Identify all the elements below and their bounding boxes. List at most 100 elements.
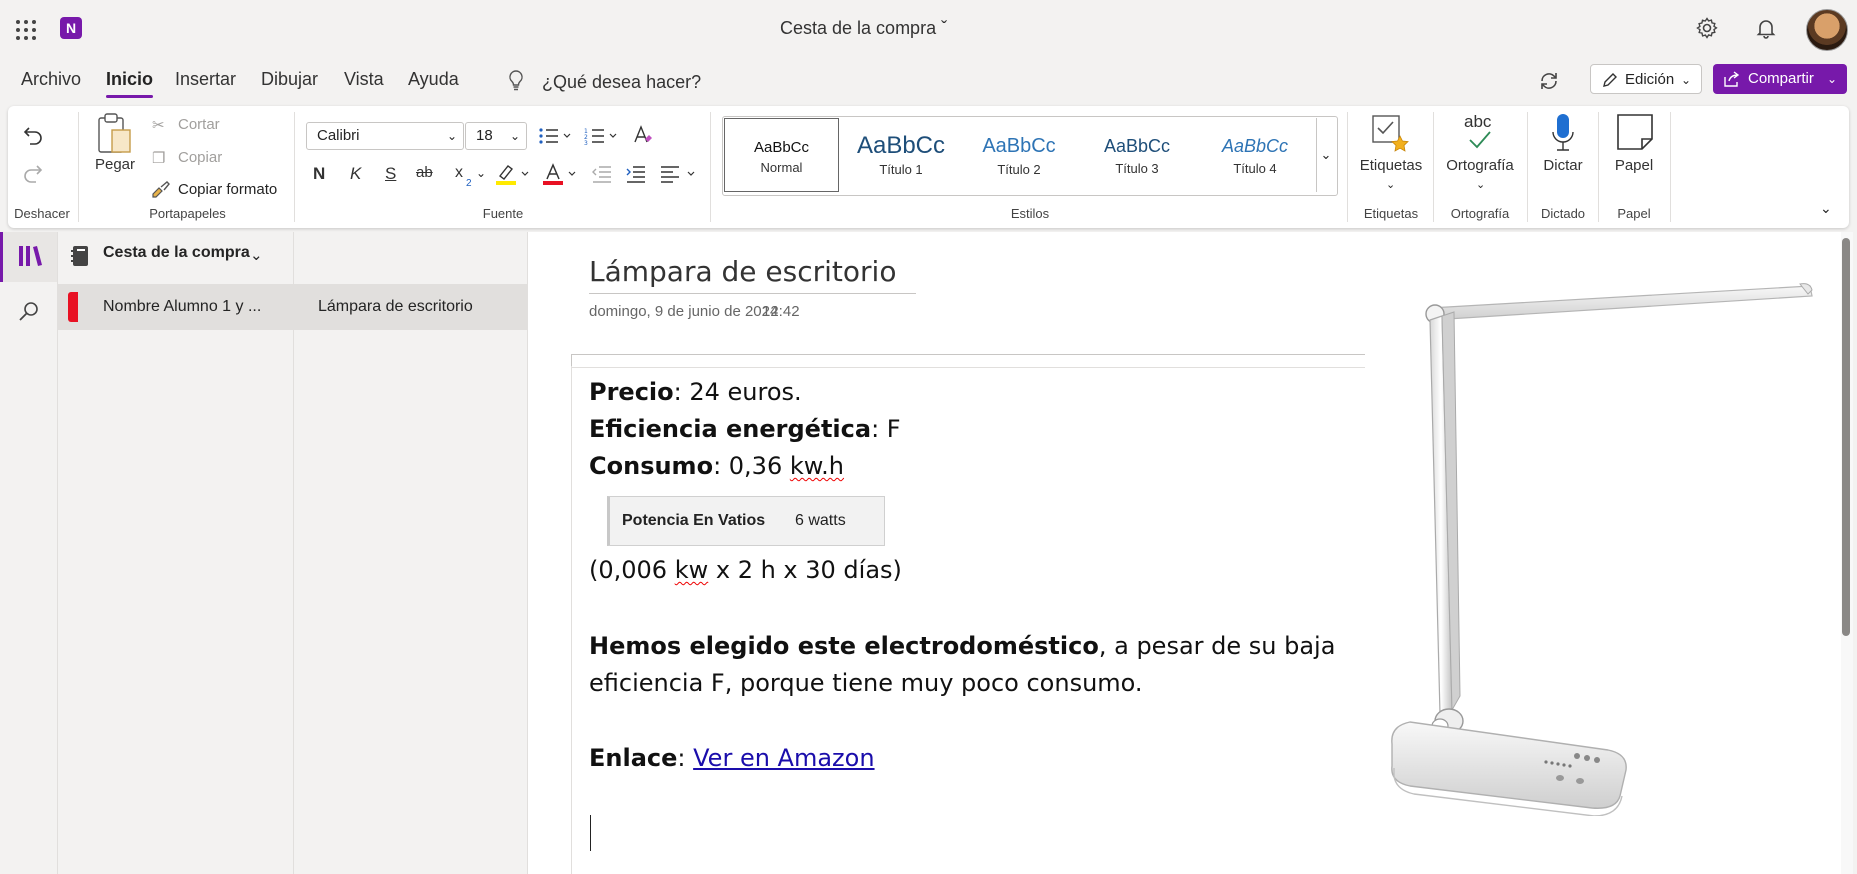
- style-sample: AaBbCc: [982, 135, 1056, 157]
- spelling-abc-icon[interactable]: abc: [1464, 112, 1491, 132]
- share-button[interactable]: Compartir ⌄: [1713, 64, 1847, 94]
- power-spec-value: 6 watts: [795, 512, 846, 529]
- microphone-icon[interactable]: [1549, 112, 1577, 159]
- calculation-line[interactable]: (0,006 kw x 2 h x 30 días): [589, 556, 902, 584]
- notebook-icon: [70, 245, 90, 272]
- amazon-link[interactable]: Ver en Amazon: [693, 744, 874, 772]
- share-icon: [1724, 71, 1740, 87]
- tab-ayuda[interactable]: Ayuda: [408, 69, 459, 90]
- italic-button[interactable]: K: [350, 164, 361, 184]
- reason-line-1[interactable]: Hemos elegido este electrodoméstico, a p…: [589, 632, 1335, 660]
- note-container-border: [571, 366, 572, 874]
- sync-icon[interactable]: [1538, 70, 1560, 92]
- paper-icon[interactable]: [1615, 112, 1655, 157]
- collapse-ribbon-chevron-icon[interactable]: ⌄: [1820, 200, 1832, 217]
- tab-vista[interactable]: Vista: [344, 69, 384, 90]
- user-avatar[interactable]: [1806, 9, 1848, 51]
- font-color-icon[interactable]: [543, 162, 579, 191]
- calc-kw: kw: [674, 556, 709, 584]
- undo-icon[interactable]: [22, 124, 44, 151]
- style-heading-3[interactable]: AaBbCc Título 3: [1078, 116, 1196, 194]
- subscript-two-icon: 2: [466, 178, 472, 189]
- cut-button[interactable]: Cortar: [178, 116, 220, 133]
- document-title[interactable]: Cesta de la compra ˇ: [780, 18, 947, 39]
- ribbon-separator: [294, 112, 295, 222]
- section-name: Nombre Alumno 1 y ...: [103, 298, 262, 315]
- ribbon-separator: [710, 112, 711, 222]
- lightbulb-icon: [508, 70, 524, 92]
- svg-text:3: 3: [584, 140, 588, 146]
- onenote-icon: N: [60, 17, 85, 39]
- ribbon-separator: [1598, 112, 1599, 222]
- tell-me-search[interactable]: ¿Qué desea hacer?: [542, 72, 701, 93]
- style-name: Título 2: [997, 162, 1041, 177]
- efficiency-line[interactable]: Eficiencia energética: F: [589, 415, 901, 443]
- notebook-name[interactable]: Cesta de la compra: [103, 244, 250, 262]
- tab-archivo[interactable]: Archivo: [21, 69, 81, 90]
- font-size-select[interactable]: 18 ⌄: [465, 122, 527, 150]
- tab-insertar[interactable]: Insertar: [175, 69, 236, 90]
- page-name: Lámpara de escritorio: [318, 298, 473, 315]
- styles-more-chevron-icon[interactable]: ⌄: [1316, 118, 1335, 192]
- bold-button[interactable]: N: [313, 164, 325, 184]
- chevron-down-icon: ⌄: [1826, 72, 1837, 86]
- reason-bold: Hemos elegido este electrodoméstico: [589, 632, 1099, 660]
- chevron-down-icon[interactable]: ⌄: [1386, 178, 1395, 191]
- dictate-button[interactable]: Dictar: [1536, 157, 1590, 174]
- reason-line-2[interactable]: eficiencia F, porque tiene muy poco cons…: [589, 669, 1143, 697]
- group-label-spelling: Ortografía: [1450, 206, 1510, 221]
- link-line[interactable]: Enlace: Ver en Amazon: [589, 744, 875, 772]
- text-cursor: [590, 815, 591, 851]
- calc-open: (0,006: [589, 556, 675, 584]
- page-time: 12:42: [762, 303, 800, 320]
- font-family-select[interactable]: Calibri ⌄: [306, 122, 464, 150]
- power-spec-key: Potencia En Vatios: [622, 512, 766, 529]
- strikethrough-button[interactable]: ab: [416, 164, 433, 181]
- spelling-button[interactable]: Ortografía: [1442, 157, 1518, 174]
- settings-gear-icon[interactable]: [1695, 16, 1719, 40]
- tags-star-icon[interactable]: [1370, 112, 1410, 159]
- vertical-scrollbar-thumb[interactable]: [1842, 238, 1850, 636]
- redo-icon[interactable]: [22, 162, 44, 189]
- group-label-dictate: Dictado: [1540, 206, 1586, 221]
- increase-indent-icon[interactable]: [625, 164, 647, 189]
- power-spec-image[interactable]: Potencia En Vatios 6 watts: [607, 496, 885, 546]
- format-painter-icon: [151, 180, 171, 203]
- highlighter-icon[interactable]: [496, 162, 532, 191]
- tab-dibujar[interactable]: Dibujar: [261, 69, 318, 90]
- search-icon[interactable]: [17, 300, 41, 329]
- price-label: Precio: [589, 378, 674, 406]
- chevron-down-icon[interactable]: ⌄: [1476, 178, 1485, 191]
- style-heading-1[interactable]: AaBbCc Título 1: [842, 116, 960, 194]
- style-name: Título 3: [1115, 161, 1159, 176]
- numbering-icon[interactable]: 123: [584, 126, 618, 151]
- underline-button[interactable]: S: [385, 164, 396, 184]
- copy-button[interactable]: Copiar: [178, 149, 222, 166]
- pencil-icon: [1603, 73, 1617, 87]
- notifications-bell-icon[interactable]: [1754, 16, 1778, 40]
- style-normal[interactable]: AaBbCc Normal: [724, 118, 839, 192]
- desk-lamp-image[interactable]: [1380, 276, 1820, 821]
- chevron-down-icon[interactable]: ⌄: [476, 166, 486, 180]
- page-title[interactable]: Lámpara de escritorio: [589, 255, 917, 294]
- group-label-tags: Etiquetas: [1363, 206, 1419, 221]
- paper-button[interactable]: Papel: [1606, 157, 1662, 174]
- style-heading-2[interactable]: AaBbCc Título 2: [960, 116, 1078, 194]
- app-launcher-icon[interactable]: [16, 20, 36, 40]
- tab-inicio[interactable]: Inicio: [106, 69, 154, 98]
- clear-formatting-icon[interactable]: [632, 124, 654, 151]
- paste-clipboard-icon[interactable]: [96, 112, 134, 161]
- bullets-icon[interactable]: [538, 126, 572, 151]
- subscript-button[interactable]: x: [455, 164, 463, 182]
- price-line[interactable]: Precio: 24 euros.: [589, 378, 802, 406]
- paste-button[interactable]: Pegar: [90, 156, 140, 173]
- align-icon[interactable]: [659, 164, 699, 189]
- editing-mode-button[interactable]: Edición ⌄: [1590, 64, 1702, 94]
- chevron-down-icon[interactable]: ⌄: [250, 246, 263, 264]
- consumption-line[interactable]: Consumo: 0,36 kw.h: [589, 452, 844, 480]
- format-painter-button[interactable]: Copiar formato: [178, 181, 277, 198]
- note-container-header[interactable]: [571, 354, 1365, 368]
- style-heading-4[interactable]: AaBbCc Título 4: [1196, 116, 1314, 194]
- group-label-undo: Deshacer: [14, 206, 70, 221]
- notebooks-library-icon[interactable]: [17, 244, 43, 273]
